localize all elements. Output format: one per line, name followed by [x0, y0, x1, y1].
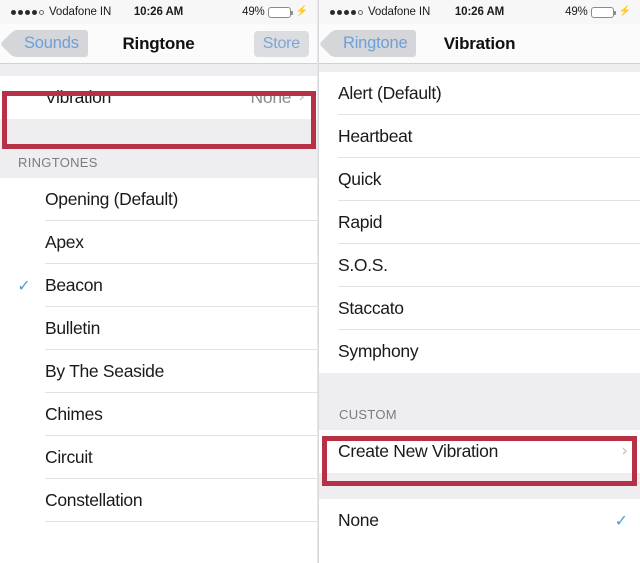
row-vibration-label: Vibration	[45, 87, 112, 107]
ringtone-label: Apex	[45, 232, 84, 252]
screenshot-root: Vodafone IN 10:26 AM 49% ⚡ Sounds Ringto…	[0, 0, 640, 563]
row-vibration[interactable]: Vibration None ›	[0, 76, 317, 119]
charging-bolt-icon: ⚡	[618, 6, 631, 17]
battery-icon	[267, 6, 293, 18]
row-create-new-vibration-label: Create New Vibration	[338, 441, 499, 461]
status-bar-right-group: 49% ⚡	[242, 6, 308, 18]
ringtone-label: Circuit	[45, 447, 93, 467]
list-item[interactable]: Rapid	[319, 201, 640, 244]
signal-strength-dots-icon	[330, 9, 363, 15]
back-button-sounds[interactable]: Sounds	[13, 30, 88, 57]
row-none-label: None	[338, 510, 379, 530]
store-button[interactable]: Store	[253, 30, 309, 57]
ringtones-list: Opening (Default) Apex ✓ Beacon Bulletin	[0, 178, 317, 522]
vibration-label: Heartbeat	[338, 126, 413, 146]
row-none[interactable]: None ✓	[319, 499, 640, 542]
vibration-label: S.O.S.	[338, 255, 388, 275]
group-gap-after-custom	[319, 473, 640, 499]
status-bar-left-group: Vodafone IN	[11, 6, 111, 18]
group-gap-top-right	[319, 64, 640, 72]
left-content: Vibration None › RINGTONES Opening (Defa…	[0, 64, 317, 563]
charging-bolt-icon: ⚡	[295, 6, 308, 17]
list-item[interactable]: Constellation	[0, 479, 317, 522]
list-item[interactable]: Chimes	[0, 393, 317, 436]
battery-percent-label: 49%	[565, 6, 588, 18]
list-item[interactable]: Heartbeat	[319, 115, 640, 158]
group-gap-custom	[319, 373, 640, 405]
list-item[interactable]: Alert (Default)	[319, 72, 640, 115]
vibration-label: Quick	[338, 169, 382, 189]
ringtone-label: Chimes	[45, 404, 103, 424]
vibration-label: Rapid	[338, 212, 383, 232]
vibration-label: Alert (Default)	[338, 83, 442, 103]
group-gap-top-left	[0, 64, 317, 76]
checkmark-icon: ✓	[17, 276, 31, 295]
battery-percent-label: 49%	[242, 6, 265, 18]
ringtone-label: Bulletin	[45, 318, 100, 338]
ringtone-label: By The Seaside	[45, 361, 165, 381]
row-create-new-vibration[interactable]: Create New Vibration ›	[319, 430, 640, 473]
ringtone-label: Opening (Default)	[45, 189, 179, 209]
nav-bar-right: Ringtone Vibration	[319, 24, 640, 64]
group-gap-after-vibration	[0, 119, 317, 153]
list-item[interactable]: Apex	[0, 221, 317, 264]
vibration-label: Symphony	[338, 341, 419, 361]
list-item[interactable]: S.O.S.	[319, 244, 640, 287]
row-vibration-value: None	[250, 87, 292, 107]
chevron-right-icon: ›	[298, 87, 305, 107]
checkmark-icon: ✓	[614, 511, 628, 530]
list-item[interactable]: Bulletin	[0, 307, 317, 350]
signal-strength-dots-icon	[11, 9, 44, 15]
status-bar-left-group: Vodafone IN	[330, 6, 430, 18]
back-button-ringtone[interactable]: Ringtone	[332, 30, 417, 57]
nav-bar-left: Sounds Ringtone Store	[0, 24, 317, 64]
vibration-label: Staccato	[338, 298, 404, 318]
status-bar-right-group: 49% ⚡	[565, 6, 631, 18]
right-phone-panel: Vodafone IN 10:26 AM 49% ⚡ Ringtone Vibr…	[318, 0, 640, 563]
ringtone-label: Constellation	[45, 490, 143, 510]
list-item[interactable]: Staccato	[319, 287, 640, 330]
chevron-right-icon: ›	[621, 441, 628, 461]
status-bar-right: Vodafone IN 10:26 AM 49% ⚡	[319, 0, 640, 24]
list-item[interactable]: Circuit	[0, 436, 317, 479]
list-item[interactable]: Symphony	[319, 330, 640, 373]
list-item[interactable]: By The Seaside	[0, 350, 317, 393]
list-item[interactable]: Opening (Default)	[0, 178, 317, 221]
list-item[interactable]: ✓ Beacon	[0, 264, 317, 307]
standard-vibrations-list: Alert (Default) Heartbeat Quick Rapid S.…	[319, 72, 640, 373]
left-phone-panel: Vodafone IN 10:26 AM 49% ⚡ Sounds Ringto…	[0, 0, 318, 563]
carrier-label: Vodafone IN	[49, 6, 112, 18]
section-header-ringtones: RINGTONES	[0, 153, 317, 178]
status-bar-left: Vodafone IN 10:26 AM 49% ⚡	[0, 0, 317, 24]
carrier-label: Vodafone IN	[368, 6, 431, 18]
battery-icon	[590, 6, 616, 18]
section-header-custom: CUSTOM	[319, 405, 640, 430]
right-content: Alert (Default) Heartbeat Quick Rapid S.…	[319, 64, 640, 563]
list-item[interactable]: Quick	[319, 158, 640, 201]
